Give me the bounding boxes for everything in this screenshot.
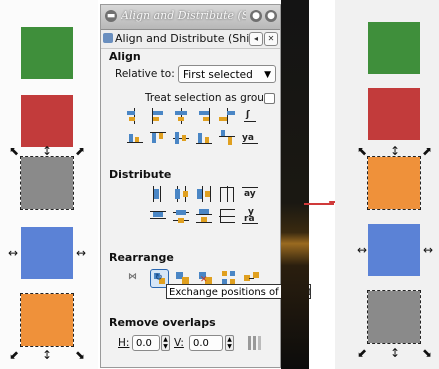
orange-square-selected[interactable]: [20, 293, 74, 347]
dialog-icon: [103, 33, 113, 43]
align-top-to-bottom-edge-icon[interactable]: [219, 130, 235, 146]
distribute-section-title: Distribute: [109, 168, 172, 181]
relative-to-value: First selected: [183, 69, 253, 81]
distribute-baselines-vertical-icon[interactable]: y ra: [242, 208, 258, 224]
close-icon[interactable]: ●: [265, 10, 277, 22]
window-title: Align and Distribute (Shi: [121, 9, 246, 22]
align-right-to-left-edge-icon[interactable]: [127, 108, 143, 124]
align-top-edges-icon[interactable]: [150, 130, 166, 146]
distribute-baselines-horizontal-icon[interactable]: ay: [242, 186, 258, 202]
green-square[interactable]: [21, 27, 73, 79]
blue-square[interactable]: [368, 224, 420, 276]
handle-w-icon[interactable]: ↔: [357, 244, 367, 256]
distribute-bottom-edges-icon[interactable]: [196, 208, 212, 224]
gray-square-selected[interactable]: [367, 290, 421, 344]
chevron-down-icon: ▼: [264, 70, 271, 80]
handle-e-icon[interactable]: ↔: [76, 247, 86, 259]
h-gap-stepper[interactable]: ▲ ▼: [161, 335, 170, 351]
treat-as-group-checkbox[interactable]: [264, 93, 275, 104]
green-square[interactable]: [368, 22, 420, 74]
resize-handle-s-icon[interactable]: ↕: [42, 349, 52, 361]
distribute-left-edges-icon[interactable]: [150, 186, 166, 202]
left-canvas: ⬉ ↕ ⬈ ↔ ↔ ⬋ ↕ ⬊: [0, 0, 98, 369]
v-gap-stepper[interactable]: ▲ ▼: [225, 335, 234, 351]
relative-to-label: Relative to:: [115, 68, 175, 80]
resize-handle-se-icon[interactable]: ⬊: [75, 349, 85, 361]
align-distribute-dialog: ▬ Align and Distribute (Shi ● ● Align an…: [100, 4, 281, 368]
resize-handle-nw-icon[interactable]: ⬉: [9, 145, 19, 157]
resize-handle-n-icon[interactable]: ↕: [42, 145, 52, 157]
treat-as-group-label: Treat selection as group:: [145, 92, 275, 104]
resize-handle-n-icon[interactable]: ↕: [390, 145, 400, 157]
right-canvas: ⬉ ↕ ⬈ ↔ ↔ ⬋ ↕ ⬊: [335, 0, 439, 369]
distribute-gaps-horizontal-icon[interactable]: [219, 186, 235, 202]
dock-menu-icon[interactable]: ◂: [249, 32, 263, 46]
align-left-edges-icon[interactable]: [150, 108, 166, 124]
window-menu-icon[interactable]: ▬: [105, 10, 117, 22]
align-text-baselines-icon[interactable]: ya: [242, 130, 258, 146]
minimize-icon[interactable]: ●: [250, 10, 262, 22]
window-titlebar[interactable]: ▬ Align and Distribute (Shi ● ●: [101, 5, 280, 30]
red-square[interactable]: [21, 95, 73, 147]
resize-handle-se-icon[interactable]: ⬊: [422, 347, 432, 359]
resize-handle-ne-icon[interactable]: ⬈: [422, 145, 432, 157]
rearrange-section-title: Rearrange: [109, 251, 174, 264]
distribute-right-edges-icon[interactable]: [196, 186, 212, 202]
resize-handle-ne-icon[interactable]: ⬈: [75, 145, 85, 157]
align-left-to-right-edge-icon[interactable]: [219, 108, 235, 124]
center-vertical-axis-icon[interactable]: [173, 108, 189, 124]
orange-square-selected[interactable]: [367, 156, 421, 210]
distribute-top-edges-icon[interactable]: [150, 208, 166, 224]
dock-close-icon[interactable]: ✕: [264, 32, 278, 46]
h-gap-label: H:: [118, 337, 130, 349]
distribute-centers-vertical-icon[interactable]: [173, 208, 189, 224]
align-bottom-to-top-edge-icon[interactable]: [127, 130, 143, 146]
handle-e-icon[interactable]: ↔: [423, 244, 433, 256]
align-right-edges-icon[interactable]: [196, 108, 212, 124]
resize-handle-sw-icon[interactable]: ⬋: [357, 347, 367, 359]
gray-square-selected[interactable]: [20, 156, 74, 210]
red-square[interactable]: [368, 88, 420, 140]
background-photo: [281, 0, 309, 369]
relative-to-select[interactable]: First selected ▼: [178, 65, 276, 83]
align-bottom-edges-icon[interactable]: [196, 130, 212, 146]
resize-handle-s-icon[interactable]: ↕: [390, 347, 400, 359]
handle-w-icon[interactable]: ↔: [8, 247, 18, 259]
graph-layout-icon[interactable]: ⋈: [127, 270, 143, 286]
align-section-title: Align: [109, 50, 141, 63]
center-horizontal-axis-icon[interactable]: [173, 130, 189, 146]
dock-tab[interactable]: Align and Distribute (Shi... ◂ ✕: [101, 30, 280, 49]
dock-tab-title: Align and Distribute (Shi...: [115, 32, 260, 45]
align-baseline-anchors-icon[interactable]: ʃ: [242, 108, 258, 124]
v-gap-input[interactable]: 0.0: [189, 335, 223, 351]
blue-square[interactable]: [21, 227, 73, 279]
v-gap-label: V:: [174, 337, 184, 349]
distribute-gaps-vertical-icon[interactable]: [219, 208, 235, 224]
remove-overlaps-section-title: Remove overlaps: [109, 316, 216, 329]
h-gap-input[interactable]: 0.0: [132, 335, 160, 351]
resize-handle-nw-icon[interactable]: ⬉: [357, 145, 367, 157]
resize-handle-sw-icon[interactable]: ⬋: [9, 349, 19, 361]
distribute-centers-horizontal-icon[interactable]: [173, 186, 189, 202]
remove-overlaps-icon[interactable]: [246, 335, 262, 351]
